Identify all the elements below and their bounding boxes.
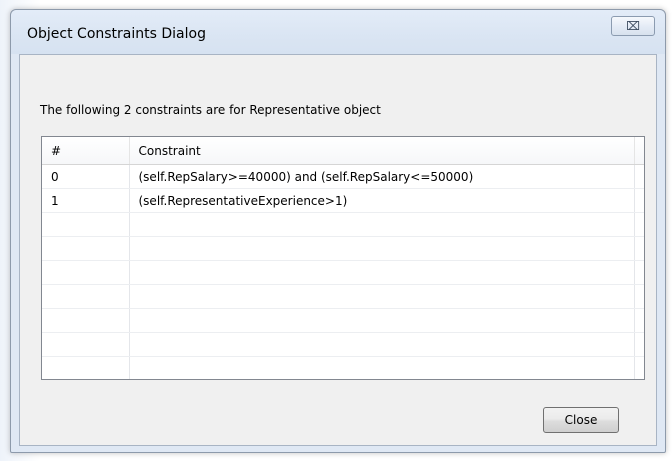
empty-table-row [42,308,644,333]
empty-cell [129,356,635,379]
empty-cell [129,260,635,285]
dialog-window: Object Constraints Dialog ⌧ The followin… [10,9,666,453]
empty-cell [634,236,644,261]
empty-cell [634,212,644,237]
empty-table-row [42,332,644,357]
empty-cell [634,284,644,309]
close-icon[interactable]: ⌧ [611,16,655,36]
close-button[interactable]: Close [543,407,619,433]
empty-cell [634,260,644,285]
dialog-body: The following 2 constraints are for Repr… [19,54,657,446]
empty-cell [42,284,130,309]
empty-cell [42,212,130,237]
empty-cell [129,212,635,237]
empty-cell [42,332,130,357]
empty-cell [129,284,635,309]
table-header-row: # Constraint [42,137,644,165]
row-filler [634,188,644,213]
column-header-filler [634,137,644,165]
empty-cell [129,332,635,357]
dialog-title: Object Constraints Dialog [27,26,206,42]
empty-cell [634,356,644,379]
column-header-index[interactable]: # [42,137,130,165]
column-header-constraint[interactable]: Constraint [129,137,635,165]
empty-cell [129,236,635,261]
empty-cell [634,332,644,357]
title-bar[interactable]: Object Constraints Dialog ⌧ [11,10,665,54]
table-body: 0 (self.RepSalary>=40000) and (self.RepSa… [42,164,644,379]
empty-table-row [42,284,644,309]
constraints-grid[interactable]: # Constraint 0 (self.RepSalary>=40000) an… [41,136,645,380]
summary-label: The following 2 constraints are for Repr… [40,103,381,117]
row-filler [634,164,644,189]
empty-cell [42,260,130,285]
empty-table-row [42,260,644,285]
row-index: 1 [42,188,130,213]
empty-table-row [42,356,644,379]
empty-cell [42,308,130,333]
empty-cell [42,356,130,379]
table-row[interactable]: 1 (self.RepresentativeExperience>1) [42,188,644,213]
table-row[interactable]: 0 (self.RepSalary>=40000) and (self.RepSa… [42,164,644,189]
row-constraint: (self.RepSalary>=40000) and (self.RepSal… [129,164,635,189]
row-constraint: (self.RepresentativeExperience>1) [129,188,635,213]
empty-table-row [42,236,644,261]
empty-cell [129,308,635,333]
constraints-table: # Constraint 0 (self.RepSalary>=40000) an… [42,137,644,379]
empty-cell [42,236,130,261]
row-index: 0 [42,164,130,189]
empty-table-row [42,212,644,237]
empty-cell [634,308,644,333]
